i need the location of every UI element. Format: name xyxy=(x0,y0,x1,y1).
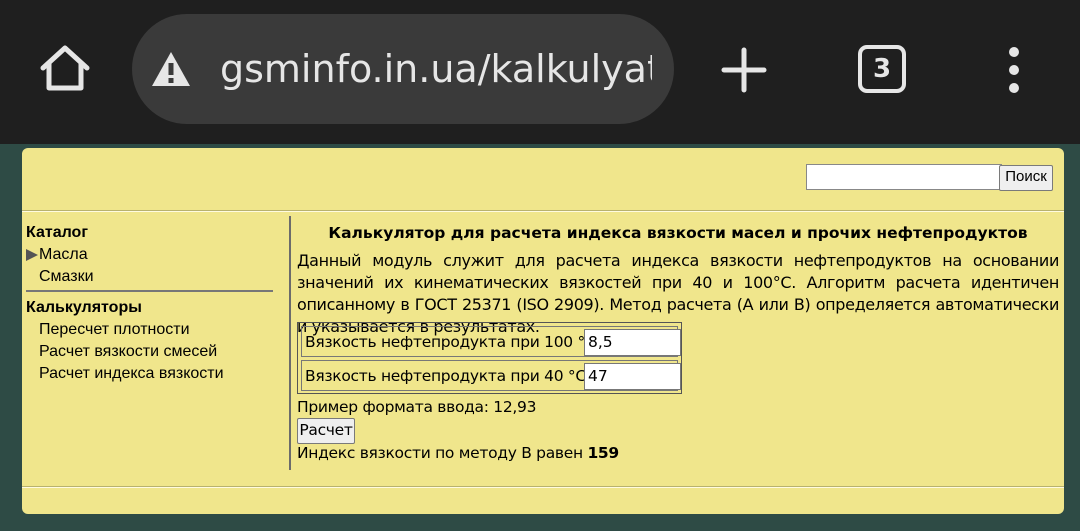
form-row: Вязкость нефтепродукта при 40 °С: 47 xyxy=(301,360,681,391)
result-text: Индекс вязкости по методу В равен xyxy=(297,444,583,462)
page-content: Поиск Каталог Масла Смазки Калькуляторы … xyxy=(22,148,1064,514)
sidebar-item-label[interactable]: Смазки xyxy=(39,268,94,285)
viscosity-100-input[interactable]: 8,5 xyxy=(584,329,681,356)
result-line: Индекс вязкости по методу В равен 159 xyxy=(297,442,619,464)
calculator-form: Вязкость нефтепродукта при 100 °С: 8,5 В… xyxy=(297,322,682,394)
viscosity-40-input[interactable]: 47 xyxy=(584,363,681,390)
search-input[interactable] xyxy=(806,164,1002,190)
viscosity-40-label: Вязкость нефтепродукта при 40 °С: xyxy=(305,367,591,385)
sidebar-item-greases[interactable]: Смазки xyxy=(26,266,274,288)
header-divider xyxy=(22,210,1064,212)
sidebar-item-viscosity-index[interactable]: Расчет индекса вязкости xyxy=(26,363,274,385)
sidebar-divider xyxy=(26,290,273,292)
address-bar[interactable]: gsminfo.in.ua/kalkulyator xyxy=(132,14,674,124)
sidebar: Каталог Масла Смазки Калькуляторы Пересч… xyxy=(26,222,274,385)
viscosity-100-label: Вязкость нефтепродукта при 100 °С: xyxy=(305,333,601,351)
result-value: 159 xyxy=(587,444,619,462)
sidebar-item-label[interactable]: Расчет индекса вязкости xyxy=(39,365,224,382)
catalog-heading: Каталог xyxy=(26,224,88,241)
browser-toolbar: gsminfo.in.ua/kalkulyator 3 xyxy=(0,0,1080,144)
more-menu-icon[interactable] xyxy=(1000,44,1028,96)
home-button[interactable] xyxy=(36,42,94,94)
page-title: Калькулятор для расчета индекса вязкости… xyxy=(328,224,1028,242)
form-row: Вязкость нефтепродукта при 100 °С: 8,5 xyxy=(301,326,681,357)
home-icon xyxy=(40,45,90,91)
sidebar-item-oils[interactable]: Масла xyxy=(26,244,274,266)
sidebar-item-density[interactable]: Пересчет плотности xyxy=(26,319,274,341)
search-button[interactable]: Поиск xyxy=(999,165,1053,191)
calculate-button[interactable]: Расчет xyxy=(297,418,355,444)
sidebar-item-label[interactable]: Расчет вязкости смесей xyxy=(39,343,217,360)
warning-icon[interactable] xyxy=(150,50,192,88)
sidebar-item-label[interactable]: Масла xyxy=(39,246,88,263)
sidebar-item-blend-viscosity[interactable]: Расчет вязкости смесей xyxy=(26,341,274,363)
tab-switcher-button[interactable]: 3 xyxy=(858,45,906,93)
arrow-right-icon xyxy=(26,249,38,261)
main-content: Калькулятор для расчета индекса вязкости… xyxy=(297,222,1059,462)
new-tab-icon[interactable] xyxy=(718,44,770,96)
input-format-hint: Пример формата ввода: 12,93 xyxy=(297,398,537,416)
calculators-heading: Калькуляторы xyxy=(26,299,142,316)
column-divider xyxy=(289,216,291,470)
footer-divider xyxy=(22,486,1064,488)
url-text[interactable]: gsminfo.in.ua/kalkulyator xyxy=(220,47,652,91)
sidebar-item-label[interactable]: Пересчет плотности xyxy=(39,321,190,338)
